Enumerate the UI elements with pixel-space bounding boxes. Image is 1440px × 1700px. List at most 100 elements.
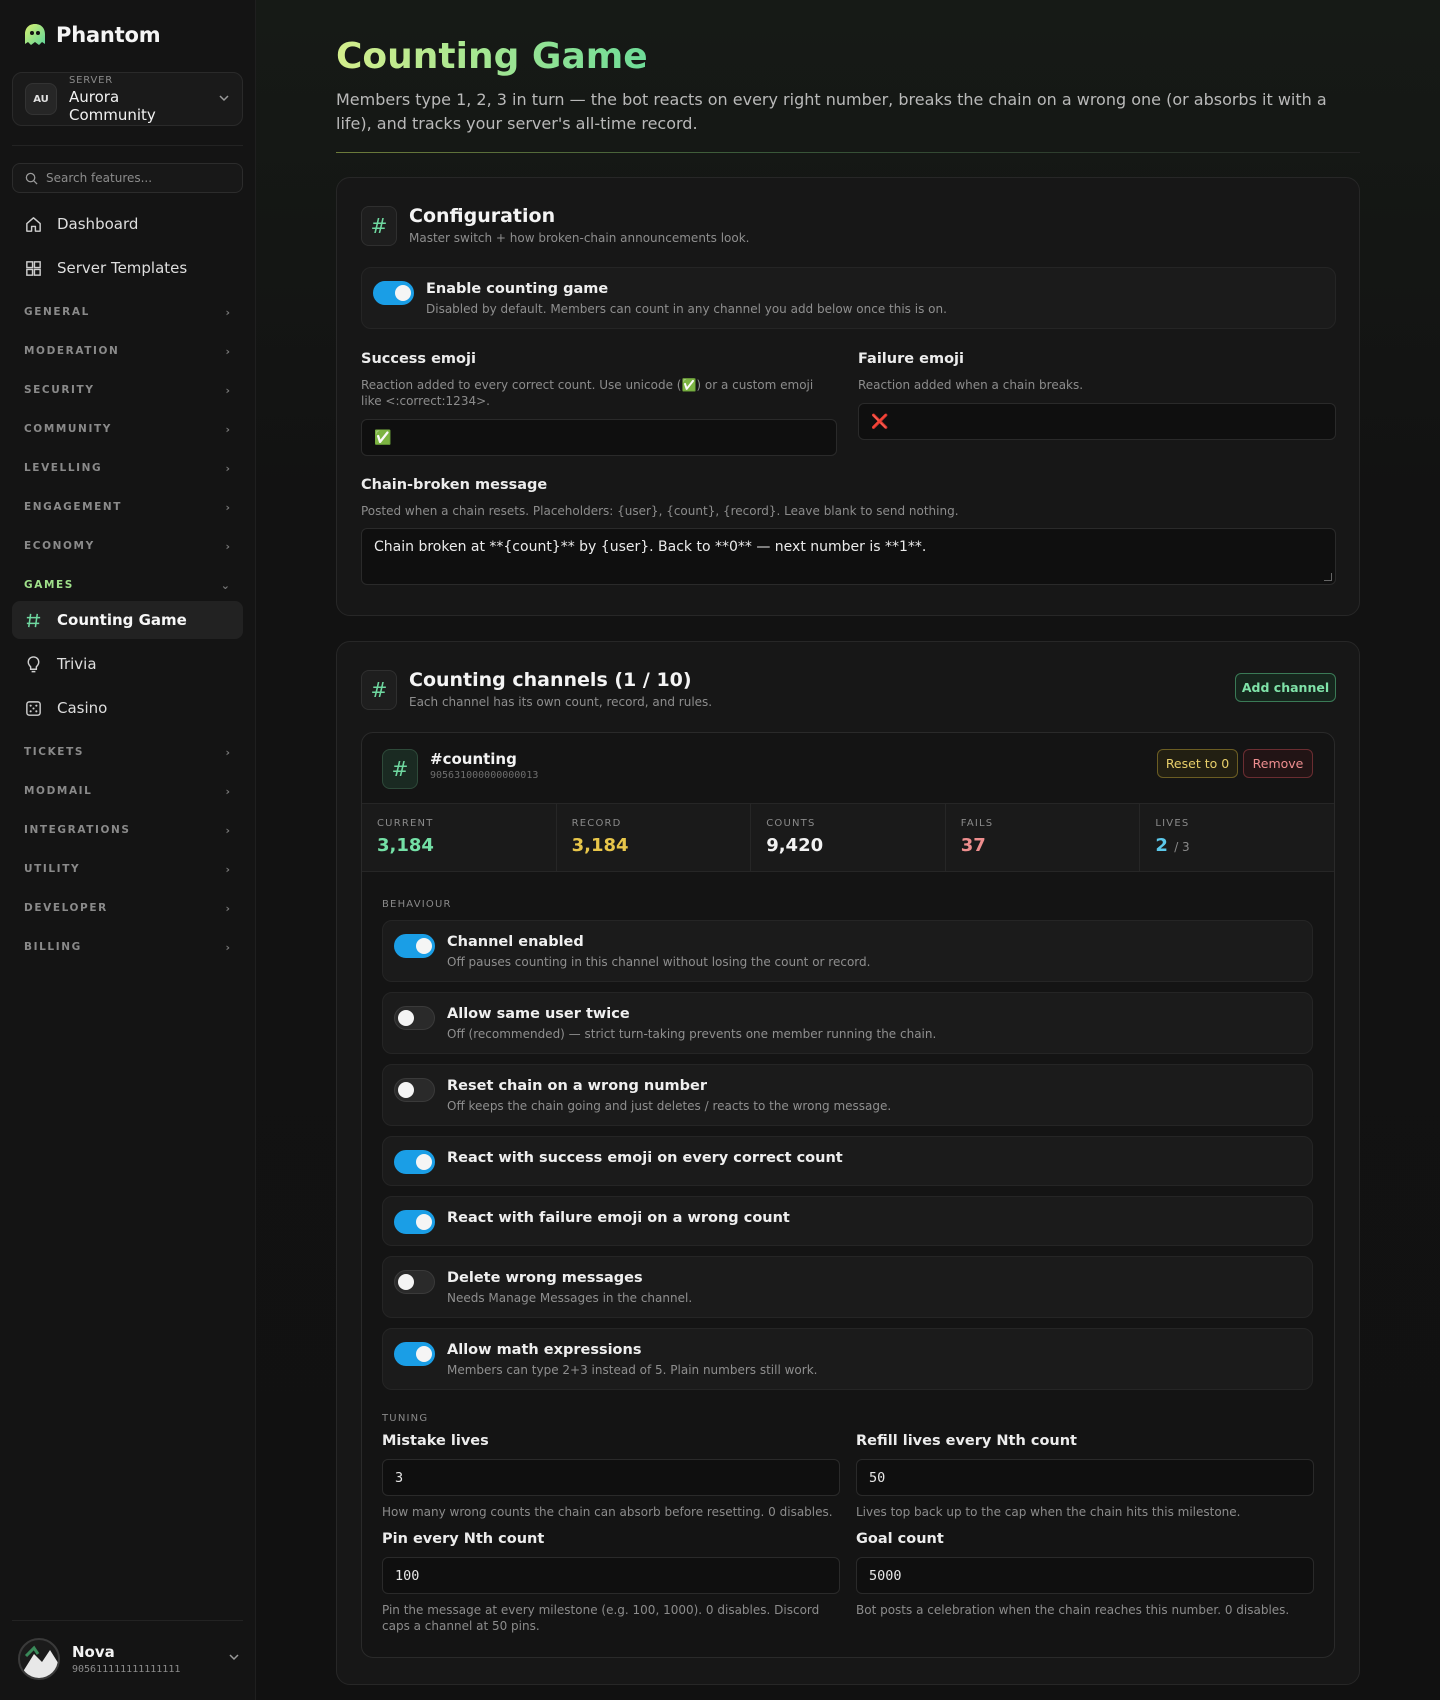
nav-section-games[interactable]: GAMES ⌄ [24,576,230,594]
refill-lives-input[interactable]: 50 [856,1459,1314,1496]
user-menu[interactable]: Nova 905611111111111111 [18,1636,240,1682]
hash-icon [26,613,41,627]
stat-record: RECORD 3,184 [556,804,752,871]
chevron-right-icon: › [225,784,230,798]
brand-name: Phantom [56,23,161,47]
nav-dashboard[interactable]: Dashboard [12,205,243,243]
ghost-logo-icon [25,24,45,45]
channel-id: 905631000000000013 [430,770,539,781]
behaviour-row: React with failure emoji on a wrong coun… [382,1196,1313,1246]
avatar [18,1638,60,1680]
nav-section-integrations[interactable]: INTEGRATIONS › [24,821,230,839]
allow-same-user-toggle[interactable] [394,1006,435,1030]
behaviour-caption: BEHAVIOUR [382,899,452,910]
chevron-right-icon: › [225,305,230,319]
chevron-right-icon: › [225,344,230,358]
server-switcher[interactable]: AU SERVER Aurora Community [12,72,243,126]
chevron-right-icon: › [225,940,230,954]
reset-on-wrong-toggle[interactable] [394,1078,435,1102]
mistake-lives-input[interactable]: 3 [382,1459,840,1496]
channel-enabled-toggle[interactable] [394,934,435,958]
main-content: Counting Game Members type 1, 2, 3 in tu… [256,0,1440,1700]
card-subtitle: Master switch + how broken-chain announc… [409,231,750,245]
chevron-right-icon: › [225,823,230,837]
failure-emoji-input[interactable]: ❌ [858,403,1336,440]
nav-section-developer[interactable]: DEVELOPER › [24,899,230,917]
goal-count-help: Bot posts a celebration when the chain r… [856,1603,1290,1617]
failure-emoji-label: Failure emoji [858,351,964,367]
tuning-caption: TUNING [382,1413,429,1424]
nav-section-utility[interactable]: UTILITY › [24,860,230,878]
resize-handle[interactable] [1324,573,1332,581]
divider [12,145,243,146]
refill-lives-label: Refill lives every Nth count [856,1433,1077,1449]
textarea-value: Chain broken at **{count}** by {user}. B… [374,539,927,555]
behaviour-row: Channel enabled Off pauses counting in t… [382,920,1313,982]
nav-section-community[interactable]: COMMUNITY › [24,420,230,438]
server-avatar: AU [25,83,57,115]
nav-label: Casino [57,699,108,717]
chevron-right-icon: › [225,745,230,759]
grid-icon [26,260,41,276]
delete-wrong-toggle[interactable] [394,1270,435,1294]
nav-section-economy[interactable]: ECONOMY › [24,537,230,555]
server-name: Aurora Community [69,87,156,124]
nav-section-modmail[interactable]: MODMAIL › [24,782,230,800]
search-input[interactable] [46,171,226,185]
chevron-down-icon [228,1651,240,1667]
nav-section-engagement[interactable]: ENGAGEMENT › [24,498,230,516]
dice-icon [26,700,41,716]
nav-section-billing[interactable]: BILLING › [24,938,230,956]
goal-count-input[interactable]: 5000 [856,1557,1314,1594]
add-channel-button[interactable]: Add channel [1235,673,1336,702]
stat-fails: FAILS 37 [945,804,1141,871]
card-title: Counting channels (1 / 10) [409,669,692,691]
chevron-right-icon: › [225,500,230,514]
nav-counting-game[interactable]: Counting Game [12,601,243,639]
chevron-down-icon: ⌄ [220,578,230,592]
success-emoji-input[interactable]: ✅ [361,419,837,456]
failure-emoji-help: Reaction added when a chain breaks. [858,378,1084,392]
nav-section-levelling[interactable]: LEVELLING › [24,459,230,477]
nav-trivia[interactable]: Trivia [12,645,243,683]
nav-section-security[interactable]: SECURITY › [24,381,230,399]
nav-casino[interactable]: Casino [12,689,243,727]
pin-nth-help: Pin the message at every milestone (e.g.… [382,1603,820,1633]
nav-section-moderation[interactable]: MODERATION › [24,342,230,360]
chain-broken-help: Posted when a chain resets. Placeholders… [361,504,959,518]
configuration-card: # Configuration Master switch + how brok… [336,177,1360,616]
enable-counting-toggle[interactable] [373,281,414,305]
row-title: Enable counting game [426,281,609,297]
behaviour-row: Allow same user twice Off (recommended) … [382,992,1313,1054]
chain-broken-textarea[interactable]: Chain broken at **{count}** by {user}. B… [361,528,1336,585]
pin-nth-input[interactable]: 100 [382,1557,840,1594]
lightbulb-icon [27,655,40,672]
sidebar: Phantom AU SERVER Aurora Community Dashb… [0,0,256,1700]
chevron-right-icon: › [225,539,230,553]
reset-to-zero-button[interactable]: Reset to 0 [1157,749,1238,778]
goal-count-label: Goal count [856,1531,944,1547]
allow-math-toggle[interactable] [394,1342,435,1366]
nav-label: Counting Game [57,611,187,629]
react-success-toggle[interactable] [394,1150,435,1174]
card-subtitle: Each channel has its own count, record, … [409,695,713,709]
behaviour-row: Delete wrong messages Needs Manage Messa… [382,1256,1313,1318]
hash-icon: # [382,749,418,789]
hash-icon: # [361,206,397,246]
toggle-knob [395,285,411,301]
user-name: Nova [72,1643,115,1661]
page-description: Members type 1, 2, 3 in turn — the bot r… [336,90,1327,133]
stat-lives: LIVES 2 / 3 [1140,804,1334,871]
nav-section-tickets[interactable]: TICKETS › [24,743,230,761]
nav-label: Dashboard [57,215,139,233]
chevron-right-icon: › [225,901,230,915]
nav-server-templates[interactable]: Server Templates [12,249,243,287]
divider [12,1620,243,1621]
brand[interactable]: Phantom [22,22,161,48]
behaviour-row: Allow math expressions Members can type … [382,1328,1313,1390]
search-box[interactable] [12,163,243,193]
react-failure-toggle[interactable] [394,1210,435,1234]
nav-section-general[interactable]: GENERAL › [24,303,230,321]
remove-channel-button[interactable]: Remove [1243,749,1313,778]
chevron-right-icon: › [225,461,230,475]
